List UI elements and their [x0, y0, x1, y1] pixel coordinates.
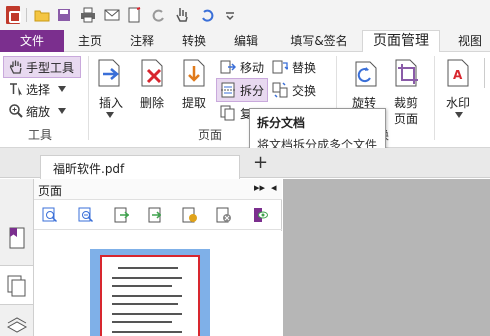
page-properties-icon[interactable]: [252, 207, 268, 223]
replace-page-icon: [272, 60, 288, 74]
divider: [434, 56, 435, 140]
move-button[interactable]: 移动: [240, 59, 264, 76]
undo-icon[interactable]: [200, 7, 216, 23]
ribbon: 手型工具 选择 缩放 工具 插入 删除 提取 移动 拆分 复 替换 交换 页面 …: [0, 52, 490, 148]
document-tab-name: 福昕软件.pdf: [53, 162, 125, 176]
panel-expand-icon[interactable]: ▸▸: [254, 181, 265, 194]
page-thumbnail[interactable]: [100, 255, 200, 336]
watermark-button[interactable]: 水印: [446, 94, 470, 111]
file-menu[interactable]: 文件: [0, 30, 64, 52]
split-page-icon: [221, 82, 235, 98]
hand-tool-label: 手型工具: [26, 61, 75, 75]
insert-button[interactable]: 插入: [99, 94, 123, 111]
replace-thumbnail-icon[interactable]: [182, 207, 198, 223]
swap-page-icon: [272, 82, 288, 98]
new-tab-button[interactable]: +: [253, 152, 268, 173]
hand-cursor-icon[interactable]: [174, 7, 190, 23]
delete-page-icon: [141, 59, 163, 87]
email-icon[interactable]: [104, 7, 120, 23]
side-toolbar: [0, 179, 34, 336]
delete-button[interactable]: 删除: [140, 94, 164, 111]
zoom-in-thumbnail-icon[interactable]: [42, 207, 58, 223]
document-tab[interactable]: 福昕软件.pdf: [40, 155, 240, 179]
tools-group-label: 工具: [28, 128, 53, 142]
tab-convert[interactable]: 转换: [176, 30, 212, 52]
thumb-text-line: [118, 267, 178, 269]
extract-page-icon: [183, 59, 205, 87]
zoom-button[interactable]: 缩放: [26, 103, 50, 120]
swap-button[interactable]: 交换: [292, 82, 316, 99]
chevron-down-icon[interactable]: [58, 86, 66, 92]
replace-button[interactable]: 替换: [292, 59, 316, 76]
pages-panel-toolbar: [34, 200, 282, 230]
chevron-down-icon[interactable]: [455, 112, 463, 118]
dropdown-icon[interactable]: [222, 7, 238, 23]
new-doc-icon[interactable]: [126, 7, 142, 23]
copy-page-icon: [220, 105, 235, 121]
layers-icon[interactable]: [6, 317, 28, 333]
zoom-out-thumbnail-icon[interactable]: [78, 207, 94, 223]
thumb-text-line: [112, 303, 178, 305]
document-tab-bar: 福昕软件.pdf +: [0, 148, 490, 179]
delete-thumbnail-icon[interactable]: [216, 207, 232, 223]
page-group-label: 页面: [198, 128, 223, 142]
watermark-icon: A: [447, 59, 469, 87]
crop-button-label-2: 页面: [394, 112, 419, 126]
tab-fill-sign[interactable]: 填写&签名: [284, 30, 354, 52]
tab-comment[interactable]: 注释: [124, 30, 160, 52]
tab-home[interactable]: 主页: [72, 30, 108, 52]
zoom-icon: [9, 104, 23, 118]
ribbon-overflow: [484, 58, 490, 88]
tab-page-management[interactable]: 页面管理: [362, 30, 440, 53]
tab-edit[interactable]: 编辑: [228, 30, 264, 52]
pages-panel-button[interactable]: [0, 265, 33, 305]
pages-icon: [7, 275, 26, 297]
thumb-text-line: [112, 277, 182, 279]
split-label: 拆分: [240, 84, 265, 98]
chevron-down-icon[interactable]: [106, 112, 114, 118]
save-icon[interactable]: [56, 7, 72, 23]
menu-bar: 文件 主页 注释 转换 编辑 填写&签名 页面管理 视图: [0, 30, 490, 53]
page-thumbnails: [34, 231, 282, 336]
document-workspace[interactable]: [283, 179, 490, 336]
pages-panel-header: 页面 ▸▸ ◂: [34, 179, 282, 200]
tooltip-title: 拆分文档: [257, 116, 306, 130]
divider: [88, 56, 89, 140]
extract-thumbnail-icon[interactable]: [148, 207, 164, 223]
hand-icon: [9, 60, 22, 74]
redo-icon[interactable]: [150, 7, 166, 23]
select-button[interactable]: 选择: [26, 81, 50, 98]
thumb-text-line: [112, 313, 182, 315]
select-text-icon: [10, 83, 22, 96]
svg-text:A: A: [453, 68, 463, 82]
insert-thumbnail-icon[interactable]: [114, 207, 130, 223]
divider: [26, 8, 27, 22]
thumb-text-line: [112, 321, 172, 323]
tab-view[interactable]: 视图: [452, 30, 488, 52]
thumb-text-line: [112, 285, 172, 287]
chevron-down-icon[interactable]: [58, 108, 66, 114]
extract-button[interactable]: 提取: [182, 94, 206, 111]
print-icon[interactable]: [80, 7, 96, 23]
pages-panel: 页面 ▸▸ ◂: [34, 179, 282, 336]
pages-panel-title: 页面: [38, 184, 63, 198]
move-page-icon: [220, 60, 236, 74]
crop-page-icon: [395, 59, 418, 87]
bookmark-icon[interactable]: [8, 227, 26, 249]
thumb-text-line: [112, 331, 182, 333]
quick-access-toolbar: [0, 0, 490, 30]
rotate-page-icon: [355, 61, 377, 87]
panel-collapse-icon[interactable]: ◂: [271, 181, 277, 194]
page-thumbnail-selected[interactable]: [90, 249, 210, 336]
insert-page-icon: [98, 59, 120, 87]
thumb-text-line: [112, 295, 182, 297]
crop-button[interactable]: 裁剪: [394, 94, 418, 111]
open-folder-icon[interactable]: [34, 7, 50, 23]
app-logo-icon: [6, 6, 21, 24]
